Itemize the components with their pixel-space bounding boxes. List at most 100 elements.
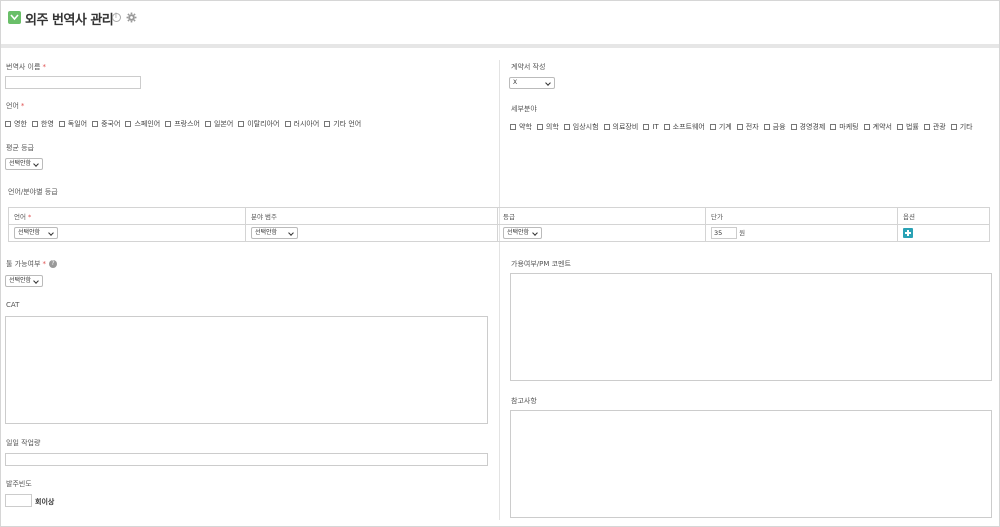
field-checkbox[interactable] [736,124,743,130]
field-checkbox-label: 경영경제 [799,123,826,131]
col-header-option: 옵션 [897,207,990,225]
language-checkbox-item[interactable]: 러시아어 [284,119,320,129]
frequency-unit: 회이상 [35,498,55,506]
table-header-row: 언어 * 분야 범주 등급 단가 옵션 [8,207,990,225]
daily-workload-input[interactable] [5,453,488,466]
field-checkbox-label: 약학 [519,123,532,131]
field-checkbox-item[interactable]: 계약서 [863,122,892,132]
field-checkbox-label: 소프트웨어 [672,123,705,131]
field-checkbox-label: 기계 [718,123,732,131]
language-checkbox-label: 스페인어 [134,120,161,128]
table-cell-language: 선택안함 [8,224,246,242]
field-checkbox-label: IT [652,123,659,131]
field-checkbox-item[interactable]: 기타 [950,122,973,132]
field-checkbox[interactable] [709,124,716,130]
field-checkbox[interactable] [563,124,570,130]
field-checkbox-item[interactable]: 법률 [896,122,919,132]
language-checkbox[interactable] [204,121,211,127]
language-checkbox-label: 프랑스어 [174,120,200,128]
field-checkbox-item[interactable]: 소프트웨어 [663,122,705,132]
notes-textarea[interactable] [510,410,992,518]
language-checkbox[interactable] [284,121,291,127]
col-header-grade: 등급 [497,207,706,225]
row-field-select[interactable]: 선택안함 [251,227,298,239]
field-checkbox-item[interactable]: 금융 [763,122,786,132]
row-grade-select[interactable]: 선택안함 [503,227,542,239]
language-checkbox[interactable] [238,121,245,127]
table-cell-grade: 선택안함 [497,224,706,242]
field-checkbox[interactable] [863,124,870,130]
field-checkbox-label: 의료장비 [612,123,639,131]
gear-icon[interactable] [126,12,137,23]
field-checkbox-item[interactable]: 관광 [923,122,946,132]
field-checkbox-item[interactable]: 기계 [709,122,732,132]
language-checkbox-item[interactable]: 기타 언어 [324,119,361,129]
field-checkbox[interactable] [510,124,516,130]
language-checkbox[interactable] [324,121,331,127]
col-header-language: 언어 * [8,207,246,225]
help-icon[interactable]: ? [48,260,57,268]
cat-textarea[interactable] [5,316,488,424]
language-checkbox[interactable] [58,121,65,127]
field-checkbox-item[interactable]: 임상시험 [563,122,599,132]
language-checkbox-item[interactable]: 독일어 [58,119,87,129]
field-checkbox[interactable] [923,124,930,130]
lang-grade-table: 언어 * 분야 범주 등급 단가 옵션 선택안함 선택안함 선택안함 35 원 [8,207,990,242]
field-checkbox[interactable] [763,124,770,130]
language-checkbox-item[interactable]: 영한 [5,119,27,129]
language-checkbox-label: 기타 언어 [333,120,362,128]
page-header: 외주 번역사 관리 [1,1,999,44]
field-checkbox[interactable] [830,124,837,130]
field-checkbox-item[interactable]: 마케팅 [830,122,859,132]
language-checkbox-label: 러시아어 [293,120,320,128]
table-cell-price: 35 원 [705,224,898,242]
language-checkbox-item[interactable]: 한영 [31,119,54,129]
add-row-plus-icon[interactable] [903,228,913,238]
avg-grade-select[interactable]: 선택안함 [5,158,43,170]
header-separator [1,44,999,48]
field-checkbox-label: 금융 [772,123,786,131]
language-checkbox-item[interactable]: 이탈리아어 [238,119,280,129]
language-checkbox[interactable] [92,121,99,127]
field-checkbox[interactable] [536,124,543,130]
language-checkbox[interactable] [125,121,132,127]
frequency-input[interactable] [5,494,32,507]
field-checkbox-label: 법률 [905,123,919,131]
language-checkbox[interactable] [31,121,38,127]
field-checkbox[interactable] [896,124,903,130]
contract-label: 계약서 작성 [511,63,546,71]
contract-select[interactable]: X [509,77,555,89]
language-checkbox[interactable] [5,121,11,127]
field-checkbox-label: 관광 [932,123,946,131]
field-checkbox-item[interactable]: IT [643,123,659,131]
language-checkbox-label: 중국어 [101,120,121,128]
language-checkbox-item[interactable]: 중국어 [92,119,120,129]
field-checkbox-item[interactable]: 의료장비 [603,122,639,132]
field-checkbox-item[interactable]: 전자 [736,122,759,132]
availability-textarea[interactable] [510,273,992,381]
field-checkbox[interactable] [663,124,670,130]
col-header-price: 단가 [705,207,898,225]
row-price-input[interactable]: 35 [711,227,737,239]
field-checkbox[interactable] [643,124,650,130]
field-checkbox-label: 의학 [545,123,559,131]
field-checkbox-label: 계약서 [872,123,892,131]
field-checkbox[interactable] [603,124,610,130]
field-checkbox-item[interactable]: 경영경제 [790,122,826,132]
language-checkbox-item[interactable]: 일본어 [204,119,233,129]
language-checkbox-item[interactable]: 프랑스어 [165,119,200,129]
field-checkbox-label: 임상시험 [572,123,599,131]
col-header-field: 분야 범주 [245,207,498,225]
translator-name-input[interactable] [5,76,141,89]
tool-availability-select[interactable]: 선택안함 [5,275,43,287]
language-checkbox[interactable] [165,121,172,127]
row-language-select[interactable]: 선택안함 [14,227,58,239]
field-checkbox-item[interactable]: 의학 [536,122,559,132]
language-checkbox-item[interactable]: 스페인어 [125,119,160,129]
field-checkbox-label: 전자 [745,123,759,131]
field-checkbox[interactable] [950,124,957,130]
info-icon[interactable] [112,12,121,22]
field-checkbox-item[interactable]: 약학 [510,122,532,132]
field-checkbox[interactable] [790,124,797,130]
translator-name-label: 번역사 이름 * [6,63,46,71]
